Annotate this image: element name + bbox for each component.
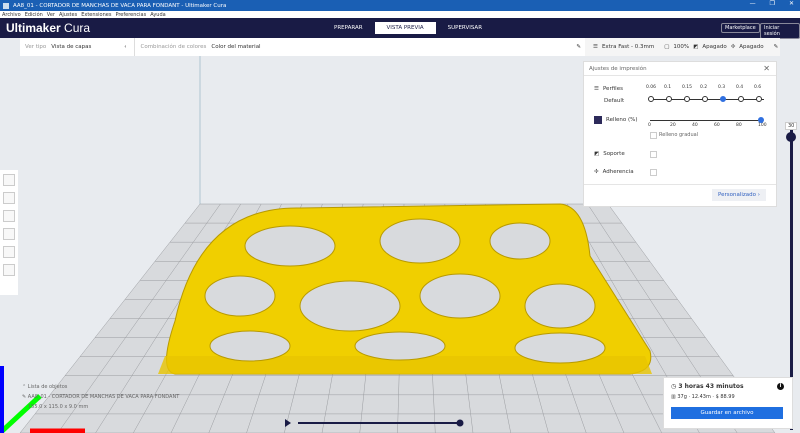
signin-button[interactable]: Iniciar sesión (760, 23, 800, 39)
menu-archivo[interactable]: Archivo (2, 12, 21, 18)
tab-vista-previa[interactable]: VISTA PREVIA (374, 22, 436, 34)
window-title: AA8_01 - CORTADOR DE MANCHAS DE VACA PAR… (13, 2, 227, 9)
menu-ver[interactable]: Ver (47, 12, 55, 18)
menu-ajustes[interactable]: Ajustes (59, 12, 77, 18)
infill-icon (594, 116, 602, 124)
close-button[interactable]: ✕ (789, 0, 794, 7)
adhesion-icon: ✢ (594, 169, 599, 175)
tool-sidebar (0, 170, 18, 295)
layer-height-label: 0.2 (700, 85, 708, 90)
minimize-button[interactable]: — (750, 0, 756, 7)
layer-height-label: 0.1 (664, 85, 672, 90)
layer-height-label: 0.3 (718, 85, 726, 90)
custom-settings-button[interactable]: Personalizado › (712, 189, 766, 201)
print-settings-panel: Ajustes de impresión ✕ ☰ Perfiles Default … (583, 61, 777, 207)
infill-tick-label: 0 (648, 123, 651, 128)
move-tool-icon[interactable] (3, 174, 15, 186)
menu-edicion[interactable]: Edición (25, 12, 43, 18)
title-bar: AA8_01 - CORTADOR DE MANCHAS DE VACA PAR… (0, 0, 800, 11)
panel-title: Ajustes de impresión (589, 66, 647, 72)
view-bar: Ver tipo Vista de capas ‹ Combinación de… (20, 38, 585, 56)
layer-height-option[interactable] (684, 96, 690, 102)
support-icon: ◩ (693, 44, 699, 50)
menu-preferencias[interactable]: Preferencias (115, 12, 146, 18)
per-model-settings-icon[interactable] (3, 246, 15, 258)
menu-bar: Archivo Edición Ver Ajustes Extensiones Prefe… (0, 11, 800, 18)
layer-height-label: 0.6 (754, 85, 762, 90)
edit-pencil-icon[interactable]: ✎ (576, 44, 581, 50)
menu-ayuda[interactable]: Ayuda (150, 12, 165, 18)
layer-height-option[interactable] (756, 96, 762, 102)
adhesion-icon: ✢ (730, 44, 736, 50)
support-icon: ◩ (594, 151, 600, 157)
collapse-chevron-icon[interactable]: ‹ (124, 44, 126, 50)
layer-height-label: 0.06 (646, 85, 657, 90)
infill-tick-label: 80 (736, 123, 742, 128)
print-settings-bar[interactable]: ☰ Extra Fast - 0.3mm ▢ 100% ◩ Apagado ✢ Apag… (585, 38, 780, 56)
support-blocker-icon[interactable] (3, 264, 15, 276)
color-scheme-select[interactable]: Color del material (211, 44, 260, 50)
infill-tick-label: 100 (758, 123, 767, 128)
logo: Ultimaker Cura (6, 21, 91, 35)
layer-slider-handle[interactable] (786, 132, 796, 142)
layer-height-option[interactable] (666, 96, 672, 102)
app-icon (3, 2, 9, 9)
infill-slider-handle[interactable] (758, 117, 764, 123)
layer-height-option[interactable] (648, 96, 654, 102)
mirror-tool-icon[interactable] (3, 228, 15, 240)
close-icon[interactable]: ✕ (763, 64, 770, 73)
object-info: ⌃ Lista de objetos ✎ AA8_01 - CORTADOR D… (22, 384, 180, 410)
profile-icon: ☰ (594, 86, 599, 92)
infill-tick-label: 60 (714, 123, 720, 128)
marketplace-button[interactable]: Marketplace (721, 23, 760, 33)
layer-height-option[interactable] (738, 96, 744, 102)
adhesion-checkbox[interactable] (650, 169, 657, 176)
maximize-button[interactable]: ❐ (770, 0, 775, 7)
object-list-toggle[interactable]: Lista de objetos (28, 384, 68, 390)
gradual-infill-checkbox[interactable] (650, 132, 657, 139)
support-checkbox[interactable] (650, 151, 657, 158)
view-type-select[interactable]: Vista de capas (51, 44, 124, 50)
info-icon[interactable]: i (777, 383, 784, 390)
edit-pencil-icon[interactable]: ✎ (774, 44, 779, 50)
menu-extensiones[interactable]: Extensiones (81, 12, 111, 18)
layer-number[interactable]: 30 (785, 122, 798, 130)
pencil-icon[interactable]: ✎ (22, 394, 26, 400)
layer-height-slider[interactable]: 0.06 0.1 0.15 0.2 0.3 0.4 0.6 (646, 85, 768, 105)
save-to-file-button[interactable]: Guardar en archivo (671, 407, 783, 419)
infill-tick-label: 40 (692, 123, 698, 128)
scale-tool-icon[interactable] (3, 192, 15, 204)
layer-height-label: 0.15 (682, 85, 693, 90)
infill-slider[interactable]: 0 20 40 60 80 100 (648, 115, 767, 131)
material-icon: ▥ (671, 394, 676, 400)
infill-tick-label: 20 (670, 123, 676, 128)
chevron-up-icon[interactable]: ⌃ (22, 384, 26, 390)
profile-icon: ☰ (593, 44, 598, 50)
tab-supervisar[interactable]: SUPERVISAR (436, 22, 494, 34)
layer-height-label: 0.4 (736, 85, 744, 90)
rotate-tool-icon[interactable] (3, 210, 15, 222)
tab-preparar[interactable]: PREPARAR (322, 22, 375, 34)
infill-icon: ▢ (664, 44, 670, 50)
layer-height-option[interactable] (720, 96, 726, 102)
header: Ultimaker Cura PREPARAR VISTA PREVIA SUPER… (0, 18, 800, 39)
layer-height-option[interactable] (702, 96, 708, 102)
clock-icon: ◷ (671, 383, 677, 390)
print-info-panel: ◷ 3 horas 43 minutos i ▥ 37g · 12.43m · $… (663, 377, 793, 429)
